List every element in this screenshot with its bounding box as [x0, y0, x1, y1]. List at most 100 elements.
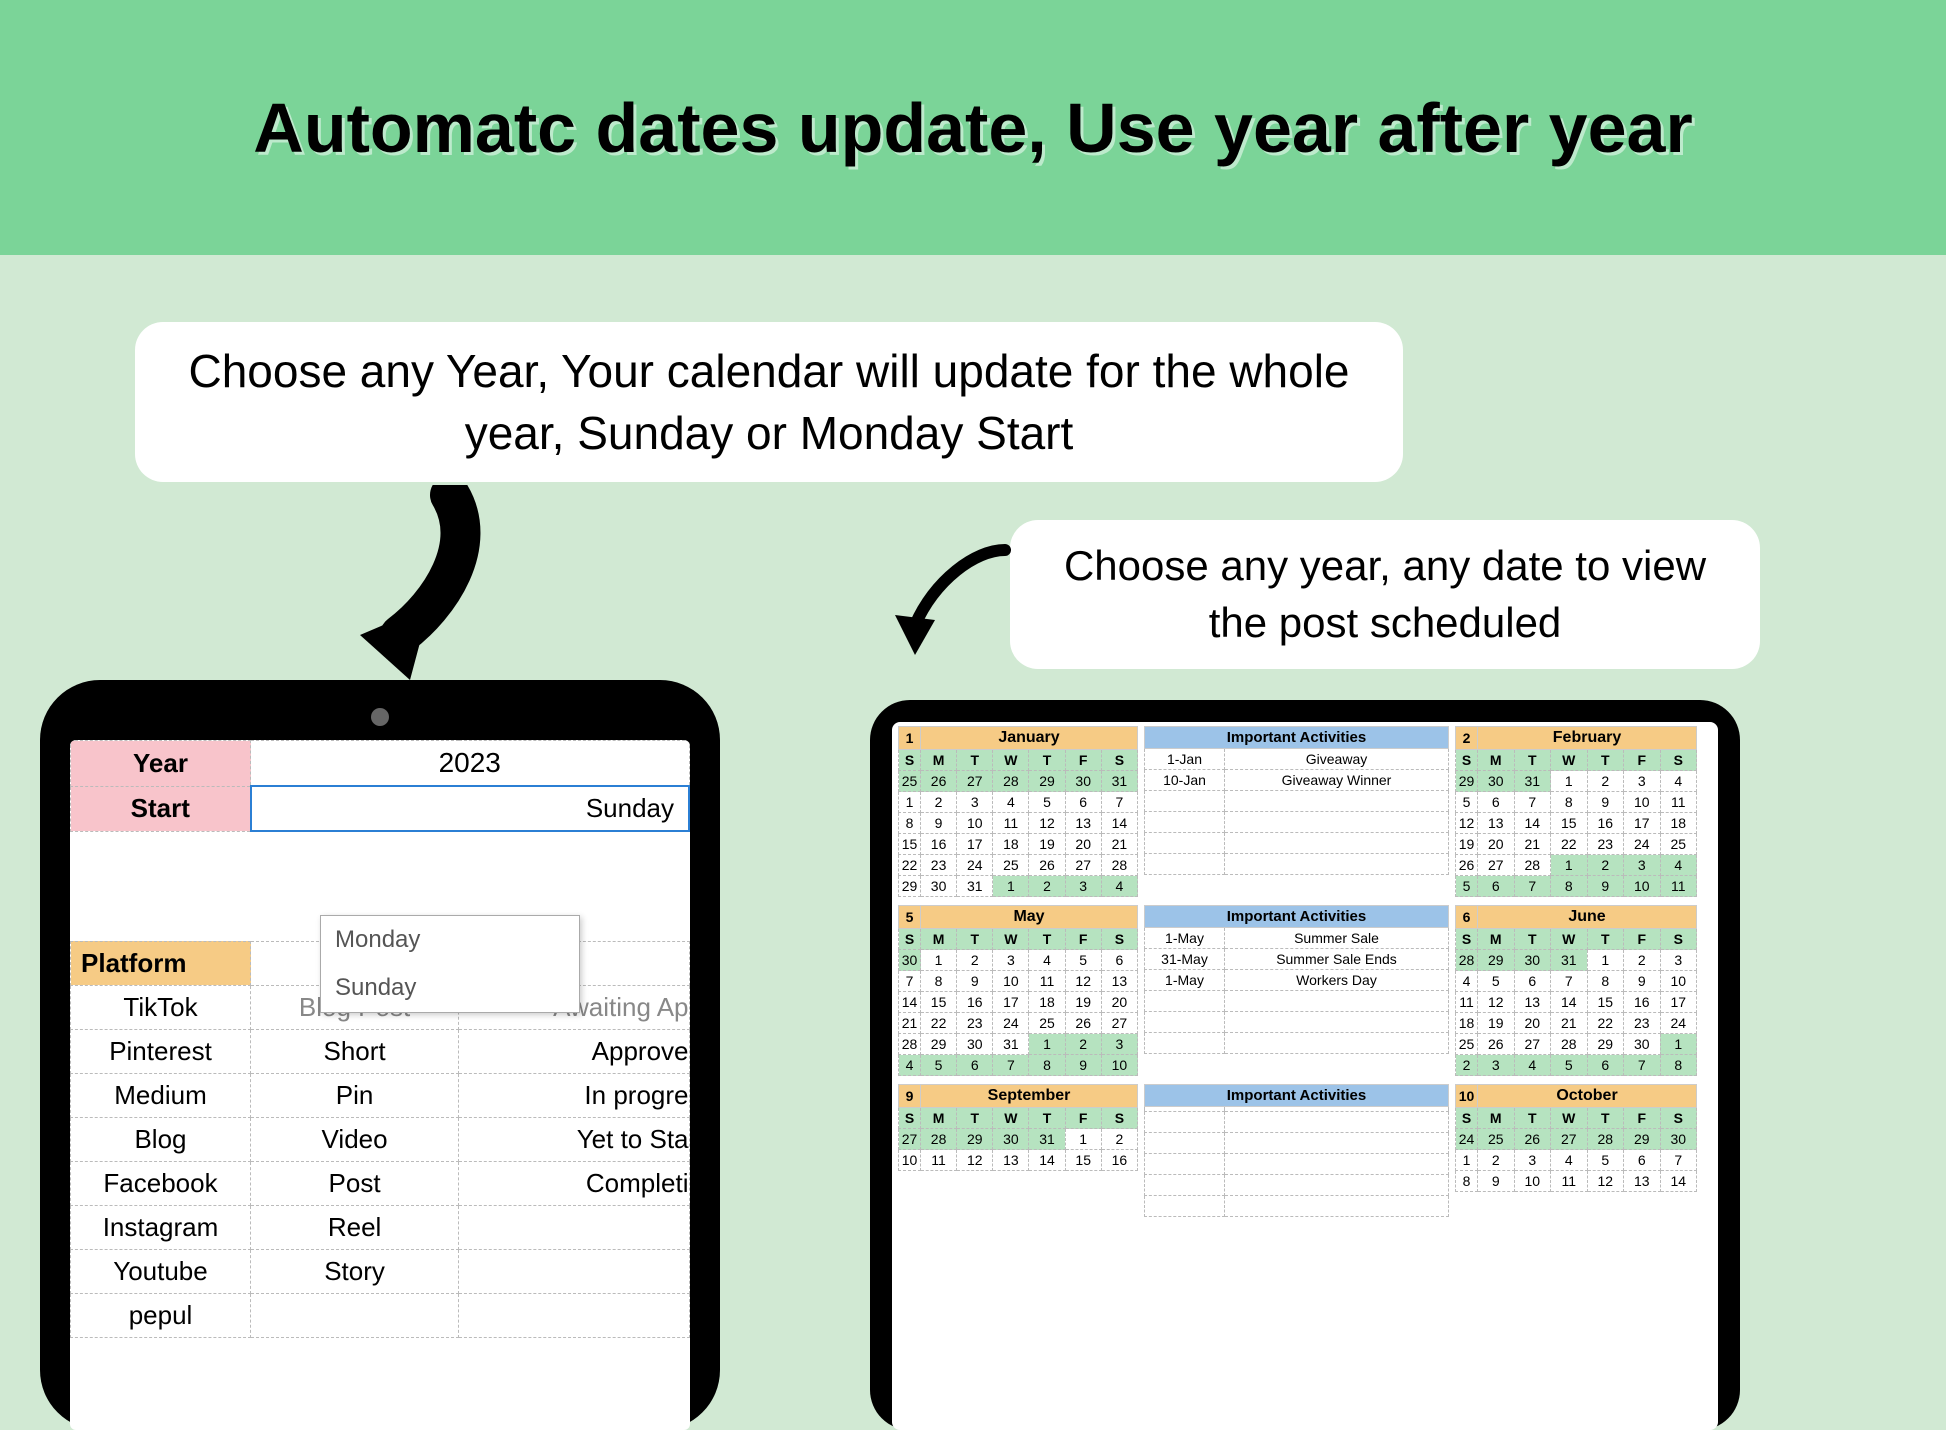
calendar-day[interactable]: 26	[1456, 855, 1478, 876]
calendar-day[interactable]: 14	[1660, 1171, 1697, 1192]
table-row[interactable]: FacebookPostCompleti	[71, 1161, 690, 1205]
calendar-day[interactable]: 31	[957, 876, 993, 897]
calendar-day[interactable]: 21	[1514, 834, 1551, 855]
cell[interactable]: Youtube	[71, 1249, 251, 1293]
cell[interactable]	[251, 1293, 459, 1337]
activity-row[interactable]: 31-MaySummer Sale Ends	[1145, 949, 1449, 970]
calendar-day[interactable]: 16	[921, 834, 957, 855]
calendar-day[interactable]: 30	[993, 1129, 1029, 1150]
calendar-day[interactable]: 19	[1065, 992, 1101, 1013]
calendar-day[interactable]: 3	[957, 792, 993, 813]
calendar-day[interactable]: 7	[1551, 971, 1588, 992]
calendar-day[interactable]: 4	[899, 1055, 921, 1076]
calendar-day[interactable]: 1	[1456, 1150, 1478, 1171]
calendar-day[interactable]: 8	[899, 813, 921, 834]
activity-row[interactable]: 1-JanGiveaway	[1145, 749, 1449, 770]
calendar-day[interactable]: 5	[1478, 971, 1515, 992]
calendar-day[interactable]: 7	[993, 1055, 1029, 1076]
calendar-day[interactable]: 29	[1587, 1034, 1624, 1055]
calendar-day[interactable]: 4	[1101, 876, 1137, 897]
calendar-day[interactable]: 14	[1514, 813, 1551, 834]
calendar-day[interactable]: 26	[921, 771, 957, 792]
calendar-day[interactable]: 1	[1065, 1129, 1101, 1150]
calendar-day[interactable]: 2	[1029, 876, 1065, 897]
calendar-day[interactable]: 31	[1101, 771, 1137, 792]
calendar-day[interactable]: 30	[1660, 1129, 1697, 1150]
calendar-day[interactable]: 9	[1587, 792, 1624, 813]
calendar-day[interactable]: 12	[1478, 992, 1515, 1013]
calendar-day[interactable]: 28	[899, 1034, 921, 1055]
calendar-day[interactable]: 16	[1624, 992, 1661, 1013]
calendar-day[interactable]: 31	[1551, 950, 1588, 971]
calendar-day[interactable]: 10	[1624, 876, 1661, 897]
activity-row[interactable]	[1145, 1175, 1449, 1196]
calendar-day[interactable]: 19	[1029, 834, 1065, 855]
calendar-day[interactable]: 8	[1456, 1171, 1478, 1192]
calendar-day[interactable]: 1	[899, 792, 921, 813]
calendar-day[interactable]: 5	[1551, 1055, 1588, 1076]
cell[interactable]: Short	[251, 1029, 459, 1073]
calendar-day[interactable]: 2	[1587, 771, 1624, 792]
calendar-day[interactable]: 28	[1514, 855, 1551, 876]
calendar-day[interactable]: 4	[1456, 971, 1478, 992]
calendar-day[interactable]: 6	[957, 1055, 993, 1076]
cell[interactable]: Blog	[71, 1117, 251, 1161]
calendar-day[interactable]: 2	[1065, 1034, 1101, 1055]
table-row[interactable]: InstagramReel	[71, 1205, 690, 1249]
calendar-day[interactable]: 13	[1478, 813, 1515, 834]
calendar-day[interactable]: 27	[1065, 855, 1101, 876]
calendar-day[interactable]: 6	[1624, 1150, 1661, 1171]
calendar-day[interactable]: 8	[1587, 971, 1624, 992]
calendar-day[interactable]: 29	[1478, 950, 1515, 971]
calendar-day[interactable]: 3	[993, 950, 1029, 971]
calendar-day[interactable]: 1	[1029, 1034, 1065, 1055]
calendar-day[interactable]: 23	[1624, 1013, 1661, 1034]
activity-row[interactable]	[1145, 833, 1449, 854]
activity-row[interactable]	[1145, 854, 1449, 875]
cell[interactable]: Completi	[459, 1161, 689, 1205]
calendar-day[interactable]: 28	[1101, 855, 1137, 876]
calendar-day[interactable]: 8	[1029, 1055, 1065, 1076]
activity-row[interactable]	[1145, 812, 1449, 833]
calendar-day[interactable]: 24	[1456, 1129, 1478, 1150]
calendar-day[interactable]: 25	[1029, 1013, 1065, 1034]
calendar-day[interactable]: 3	[1624, 771, 1661, 792]
calendar-day[interactable]: 29	[921, 1034, 957, 1055]
calendar-day[interactable]: 6	[1478, 792, 1515, 813]
calendar-day[interactable]: 12	[1029, 813, 1065, 834]
calendar-day[interactable]: 6	[1514, 971, 1551, 992]
calendar-day[interactable]: 20	[1065, 834, 1101, 855]
calendar-day[interactable]: 2	[1624, 950, 1661, 971]
dropdown-option-sunday[interactable]: Sunday	[321, 964, 579, 1012]
calendar-day[interactable]: 12	[1456, 813, 1478, 834]
calendar-day[interactable]: 6	[1101, 950, 1137, 971]
calendar-day[interactable]: 11	[1551, 1171, 1588, 1192]
calendar-day[interactable]: 5	[1065, 950, 1101, 971]
cell[interactable]	[459, 1205, 689, 1249]
calendar-day[interactable]: 1	[1551, 855, 1588, 876]
cell[interactable]: Story	[251, 1249, 459, 1293]
calendar-day[interactable]: 30	[921, 876, 957, 897]
calendar-day[interactable]: 16	[957, 992, 993, 1013]
calendar-day[interactable]: 5	[921, 1055, 957, 1076]
calendar-day[interactable]: 8	[921, 971, 957, 992]
calendar-day[interactable]: 21	[899, 1013, 921, 1034]
calendar-day[interactable]: 2	[1456, 1055, 1478, 1076]
calendar-day[interactable]: 22	[1587, 1013, 1624, 1034]
calendar-day[interactable]: 11	[1029, 971, 1065, 992]
calendar-day[interactable]: 1	[1660, 1034, 1697, 1055]
calendar-day[interactable]: 4	[1029, 950, 1065, 971]
calendar-day[interactable]: 18	[1660, 813, 1697, 834]
calendar-day[interactable]: 25	[1660, 834, 1697, 855]
calendar-day[interactable]: 4	[993, 792, 1029, 813]
calendar-day[interactable]: 18	[1456, 1013, 1478, 1034]
cell[interactable]: Post	[251, 1161, 459, 1205]
calendar-day[interactable]: 31	[993, 1034, 1029, 1055]
cell[interactable]: Medium	[71, 1073, 251, 1117]
activity-row[interactable]	[1145, 1133, 1449, 1154]
calendar-day[interactable]: 2	[957, 950, 993, 971]
calendar-day[interactable]: 30	[1478, 771, 1515, 792]
calendar-day[interactable]: 9	[921, 813, 957, 834]
calendar-day[interactable]: 7	[1624, 1055, 1661, 1076]
calendar-day[interactable]: 28	[921, 1129, 957, 1150]
